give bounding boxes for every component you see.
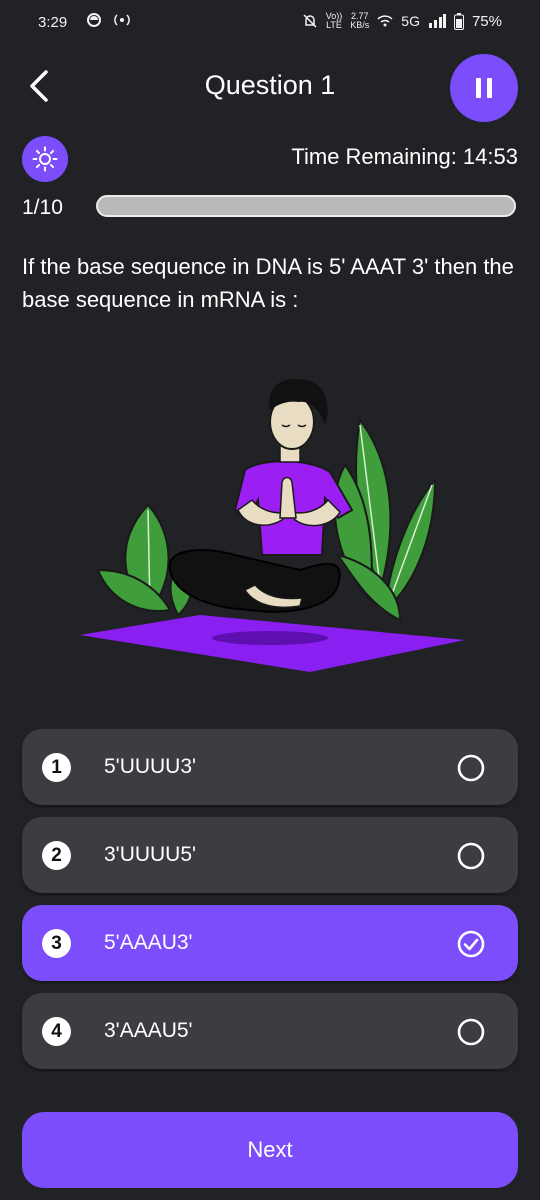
header: Question 1 (0, 52, 540, 122)
mute-icon (303, 14, 317, 28)
meditation-illustration (80, 378, 465, 672)
option-3[interactable]: 3 5'AAAU3' (22, 905, 518, 981)
answer-options: 1 5'UUUU3' 2 3'UUUU5' 3 5'AAAU3' 4 3'AAA… (22, 729, 518, 1081)
option-1[interactable]: 1 5'UUUU3' (22, 729, 518, 805)
option-text: 5'AAAU3' (104, 931, 193, 954)
option-number: 2 (42, 841, 71, 870)
question-counter: 1/10 (22, 196, 63, 219)
time-remaining: Time Remaining: 14:53 (291, 144, 518, 169)
net-speed: 2.77 KB/s (350, 11, 370, 30)
option-number: 4 (42, 1017, 71, 1046)
option-text: 3'UUUU5' (104, 843, 197, 866)
pause-icon (476, 78, 492, 98)
status-bar: 3:29 Vo)) LTE 2.77 KB/s 5G 75% (0, 0, 540, 46)
option-text: 5'UUUU3' (104, 755, 197, 778)
radio-empty-icon[interactable] (456, 753, 486, 783)
signal-icon (428, 14, 446, 28)
option-number: 3 (42, 929, 71, 958)
radio-empty-icon[interactable] (456, 1017, 486, 1047)
network-type: 5G (401, 13, 420, 29)
question-text: If the base sequence in DNA is 5' AAAT 3… (22, 254, 514, 312)
wifi-icon (377, 15, 393, 27)
battery-percent: 75% (471, 12, 502, 30)
theme-toggle-button[interactable] (22, 136, 68, 182)
option-2[interactable]: 2 3'UUUU5' (22, 817, 518, 893)
pause-button[interactable] (450, 54, 518, 122)
radio-empty-icon[interactable] (456, 841, 486, 871)
check-circle-icon[interactable] (456, 929, 486, 959)
battery-icon (453, 12, 464, 30)
hotspot-icon (114, 14, 130, 26)
progress-bar (96, 195, 516, 217)
sync-icon (87, 13, 101, 27)
status-time: 3:29 (38, 14, 68, 31)
volte-indicator: Vo)) LTE (325, 11, 343, 30)
sun-icon (32, 146, 58, 172)
option-number: 1 (42, 753, 71, 782)
option-4[interactable]: 4 3'AAAU5' (22, 993, 518, 1069)
option-text: 3'AAAU5' (104, 1019, 193, 1042)
next-button[interactable]: Next (22, 1112, 518, 1188)
